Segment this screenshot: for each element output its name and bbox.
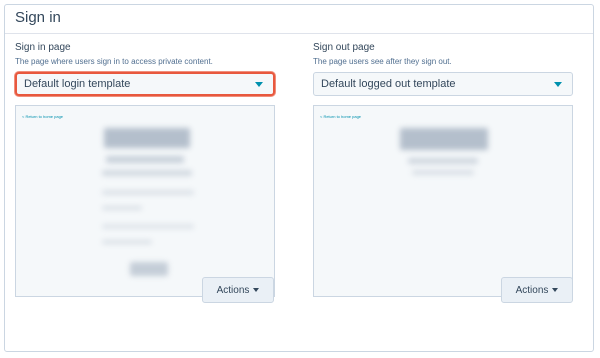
actions-button-label: Actions — [216, 284, 250, 296]
sign-out-template-preview: < Return to home page — [313, 105, 573, 297]
sign-in-actions-button[interactable]: Actions — [202, 277, 274, 303]
sign-out-actions-button[interactable]: Actions — [501, 277, 573, 303]
preview-blurred-heading — [104, 128, 190, 148]
sign-out-page-column: Sign out page The page users see after t… — [313, 41, 573, 297]
section-title: Sign in — [15, 9, 61, 26]
caret-down-icon — [255, 82, 263, 87]
preview-blurred-text — [412, 170, 474, 175]
preview-return-link: < Return to home page — [320, 114, 362, 119]
sign-in-template-preview: < Return to home page — [15, 105, 275, 297]
sign-in-template-value: Default login template — [24, 78, 131, 90]
sign-out-page-description: The page users see after they sign out. — [313, 57, 452, 66]
caret-down-icon — [554, 82, 562, 87]
title-divider — [5, 33, 593, 34]
preview-blurred-button — [130, 262, 168, 276]
preview-blurred-text — [106, 156, 184, 163]
sign-in-template-select[interactable]: Default login template — [15, 72, 275, 96]
preview-blurred-text — [102, 170, 192, 176]
sign-out-page-label: Sign out page — [313, 42, 375, 53]
preview-blurred-text — [408, 158, 478, 164]
sign-out-template-select[interactable]: Default logged out template — [313, 72, 573, 96]
preview-blurred-field — [102, 240, 152, 244]
preview-blurred-field — [102, 206, 142, 210]
caret-down-icon — [552, 288, 559, 292]
preview-blurred-heading — [400, 128, 488, 150]
sign-in-page-label: Sign in page — [15, 42, 71, 53]
preview-blurred-field — [102, 224, 194, 229]
preview-return-link: < Return to home page — [22, 114, 64, 119]
sign-out-template-value: Default logged out template — [321, 78, 456, 90]
sign-in-page-description: The page where users sign in to access p… — [15, 57, 213, 66]
actions-button-label: Actions — [515, 284, 549, 296]
preview-blurred-field — [102, 190, 194, 195]
sign-in-settings-card: Sign in Sign in page The page where user… — [4, 4, 594, 352]
sign-in-page-column: Sign in page The page where users sign i… — [15, 41, 275, 297]
caret-down-icon — [253, 288, 260, 292]
